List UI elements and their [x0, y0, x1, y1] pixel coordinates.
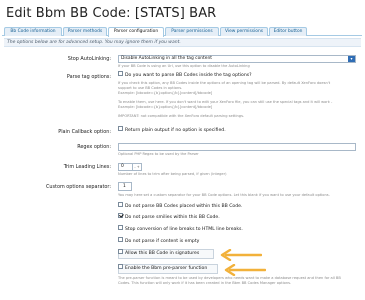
checkbox-label: Do not parse BB Codes placed within this… [125, 204, 243, 209]
tab-parser-permissions[interactable]: Parser permissions [165, 27, 219, 36]
checkbox-box[interactable] [118, 264, 123, 269]
custom-separator-label: Custom options separator: [45, 184, 111, 190]
checkbox-box[interactable] [118, 237, 123, 242]
tab-parser-methods[interactable]: Parser methods [63, 27, 107, 36]
page-title: Edit Bbm BB Code: [STATS] BAR [6, 6, 217, 21]
parse-tag-hint-5: Example: [bbcode={b}option{/b}]content[/… [118, 105, 213, 109]
checkbox-label: Do not parse smilies within this BB Code… [125, 215, 220, 220]
checkbox-box[interactable] [118, 202, 123, 207]
advanced-note: The options below are for advanced setup… [4, 38, 361, 47]
plain-callback-label: Plain Callback option: [58, 129, 111, 135]
tab-editor-button[interactable]: Editor button [269, 27, 307, 36]
arrow-left-icon [224, 264, 266, 276]
tab-bar: Bb Code information Parser methods Parse… [2, 27, 362, 37]
stop-autolinking-label: Stop AutoLinking: [67, 56, 111, 62]
trim-leading-label: Trim Leading Lines: [63, 164, 111, 170]
chevron-down-icon: ▾ [348, 56, 355, 62]
tab-bbcode-information[interactable]: Bb Code information [4, 27, 62, 36]
checkbox-label: Do not parse if content is empty [125, 239, 200, 244]
trim-leading-value: 0 [121, 164, 124, 169]
checkbox-label: Return plain output if no option is spec… [125, 128, 226, 133]
checkbox-do-not-parse-smilies[interactable]: Do not parse smilies within this BB Code… [118, 213, 358, 222]
checkbox-not-parse-empty[interactable]: Do not parse if content is empty [118, 237, 358, 246]
trim-leading-hint: Number of lines to trim after being pars… [118, 172, 227, 176]
checkbox-box[interactable] [118, 225, 123, 230]
checkbox-box[interactable] [118, 126, 123, 131]
checkbox-stop-line-breaks[interactable]: Stop conversion of line breaks to HTML l… [118, 225, 358, 234]
parse-tag-hint-3: Example: [bbcode={b}option{/b}]content[/… [118, 91, 213, 95]
checkbox-label: Allow this BB Code in signatures [125, 251, 200, 256]
stop-autolinking-select[interactable]: Disable AutoLinking in all the tag conte… [118, 55, 356, 63]
custom-separator-hint: You may here set a custom separator for … [118, 193, 330, 197]
stepper-buttons[interactable]: - + [132, 164, 141, 170]
regex-option-label: Regex option: [77, 144, 111, 150]
checkbox-label: Do you want to parse BB Codes inside the… [125, 73, 252, 78]
checkbox-box[interactable] [118, 249, 123, 254]
stop-autolinking-value: Disable AutoLinking in all the tag conte… [121, 56, 212, 61]
arrow-left-icon [220, 249, 262, 261]
checkbox-box[interactable] [118, 213, 123, 218]
plain-callback-checkbox[interactable]: Return plain output if no option is spec… [118, 126, 358, 135]
parse-tag-options-checkbox[interactable]: Do you want to parse BB Codes inside the… [118, 71, 358, 80]
checkbox-label: Stop conversion of line breaks to HTML l… [125, 227, 243, 232]
parse-tag-options-label: Parse tag options: [66, 74, 111, 80]
footer-hint-2: Codes. This function will only work if i… [118, 281, 292, 285]
checkbox-do-not-parse-bbcodes[interactable]: Do not parse BB Codes placed within this… [118, 202, 358, 211]
parse-tag-hint-6: IMPORTANT: not compatible with the XenFo… [118, 114, 245, 118]
tab-parser-configuration[interactable]: Parser configuration [108, 27, 164, 37]
regex-option-hint: Optional PHP Regex to be used by the Par… [118, 152, 199, 156]
trim-leading-stepper[interactable]: 0 - + [118, 163, 142, 171]
custom-separator-input[interactable]: 1 [118, 182, 132, 191]
checkbox-box[interactable] [118, 71, 123, 76]
checkbox-label: Enable the Bbm pre-parser function [125, 266, 208, 271]
tab-view-permissions[interactable]: View permissions [220, 27, 268, 36]
regex-option-input[interactable] [118, 143, 356, 151]
stop-autolinking-hint: If your BB Code is using an Url, use thi… [118, 64, 250, 68]
